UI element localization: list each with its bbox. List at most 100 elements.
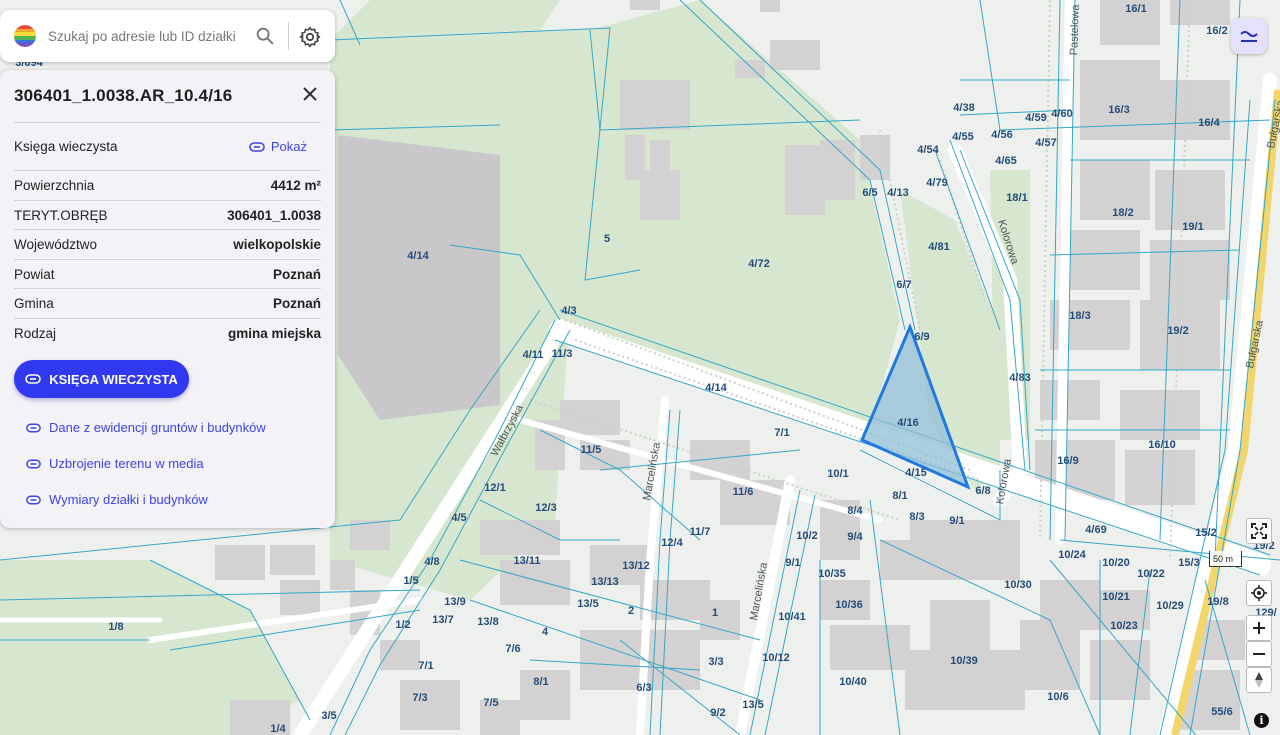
parcel-label: 15/3 xyxy=(1178,557,1199,569)
parcel-label: 4 xyxy=(542,626,549,638)
parcel-label: 10/23 xyxy=(1110,620,1138,632)
parcel-label: 13/7 xyxy=(432,614,453,626)
parcel-label: 4/83 xyxy=(1009,372,1030,384)
parcel-label: 12/4 xyxy=(661,537,683,549)
parcel-label: 18/2 xyxy=(1112,207,1133,219)
parcel-label: 2 xyxy=(628,605,634,617)
parcel-label: 4/72 xyxy=(748,258,769,270)
compass-button[interactable] xyxy=(1246,667,1272,693)
row-label: Powierzchnia xyxy=(14,178,95,193)
parcel-label: 1/5 xyxy=(403,575,418,587)
parcel-label: 10/1 xyxy=(827,468,848,480)
parcel-label: 1 xyxy=(712,607,718,619)
parcel-label: 4/38 xyxy=(953,102,974,114)
parcel-label: 10/30 xyxy=(1004,579,1032,591)
parcel-label: 4/81 xyxy=(928,241,949,253)
parcel-label: 3/3 xyxy=(708,656,723,668)
link-icon xyxy=(26,495,41,504)
fullscreen-button[interactable] xyxy=(1246,518,1272,544)
parcel-label: 4/16 xyxy=(897,417,918,429)
plus-icon xyxy=(1253,622,1265,634)
row-area: Powierzchnia 4412 m² xyxy=(14,170,321,200)
gear-icon[interactable] xyxy=(298,25,322,49)
parcel-label: 1/2 xyxy=(395,619,410,631)
parcel-label: 10/6 xyxy=(1047,691,1068,703)
parcel-label: 10/29 xyxy=(1156,600,1184,612)
parcel-label: 7/1 xyxy=(774,427,789,439)
parcel-label: 4/54 xyxy=(917,144,939,156)
link-icon xyxy=(26,423,41,432)
row-value: Poznań xyxy=(272,267,321,282)
row-value: Poznań xyxy=(272,296,321,311)
parcel-label: 6/5 xyxy=(862,187,877,199)
parcel-label: 10/21 xyxy=(1102,591,1130,603)
parcel-label: 3/5 xyxy=(321,710,336,722)
layers-button[interactable] xyxy=(1231,18,1267,54)
app-logo xyxy=(14,25,36,47)
info-icon[interactable]: i xyxy=(1254,713,1269,728)
row-value: wielkopolskie xyxy=(233,237,321,252)
parcel-label: 4/59 xyxy=(1025,112,1046,124)
link-dimensions[interactable]: Wymiary działki i budynków xyxy=(26,492,208,507)
parcel-label: 4/5 xyxy=(451,512,466,524)
logo-stripe xyxy=(14,43,36,47)
row-value: gmina miejska xyxy=(227,326,321,341)
parcel-label: 6/9 xyxy=(914,331,929,343)
scale-bar: 50 m xyxy=(1209,551,1242,567)
search-bar[interactable]: Szukaj po adresie lub ID działki ... xyxy=(0,10,335,62)
parcel-label: 9/4 xyxy=(847,531,863,543)
kw-show-link[interactable]: Pokaż xyxy=(249,139,307,154)
parcel-label: 19/2 xyxy=(1167,325,1188,337)
land-register-button-label: KSIĘGA WIECZYSTA xyxy=(49,371,178,387)
parcel-label: 4/60 xyxy=(1051,108,1072,120)
parcel-label: 7/3 xyxy=(412,692,427,704)
street-label: Pastelowa xyxy=(1068,3,1082,55)
parcel-label: 7/6 xyxy=(505,643,520,655)
parcel-label: 9/1 xyxy=(785,557,800,569)
parcel-label: 1/8 xyxy=(108,621,123,633)
parcel-label: 6/7 xyxy=(896,279,911,291)
zoom-in-button[interactable] xyxy=(1246,615,1272,641)
search-divider xyxy=(288,22,289,50)
parcel-label: 16/3 xyxy=(1108,104,1129,116)
parcel-label: 19/1 xyxy=(1182,221,1203,233)
parcel-label: 8/1 xyxy=(892,490,907,502)
search-input[interactable]: Szukaj po adresie lub ID działki ... xyxy=(48,29,238,44)
link-icon xyxy=(26,459,41,468)
close-icon[interactable] xyxy=(300,84,320,104)
grey-area xyxy=(338,135,500,420)
link-label: Uzbrojenie terenu w media xyxy=(49,456,204,471)
parcel-label: 7/1 xyxy=(418,660,433,672)
parcel-label: 6/8 xyxy=(975,485,990,497)
row-label: Województwo xyxy=(14,237,98,252)
land-register-button[interactable]: KSIĘGA WIECZYSTA xyxy=(14,360,189,398)
parcel-label: 4/3 xyxy=(561,305,576,317)
parcel-label: 10/41 xyxy=(778,611,806,623)
parcel-label: 10/20 xyxy=(1102,557,1130,569)
zoom-out-button[interactable] xyxy=(1246,641,1272,667)
parcel-info-panel: 306401_1.0038.AR_10.4/16 Księga wieczyst… xyxy=(0,70,335,528)
row-type: Rodzaj gmina miejska xyxy=(14,318,321,348)
link-label: Wymiary działki i budynków xyxy=(49,492,208,507)
parcel-label: 16/9 xyxy=(1057,455,1078,467)
parcel-label: 11/5 xyxy=(581,444,602,456)
parcel-label: 10/36 xyxy=(835,599,863,611)
locate-button[interactable] xyxy=(1246,580,1272,606)
parcel-label: 16/1 xyxy=(1125,3,1146,15)
parcel-label: 12/1 xyxy=(484,482,505,494)
parcel-label: 13/9 xyxy=(444,596,465,608)
search-icon[interactable] xyxy=(254,25,276,47)
link-icon xyxy=(25,374,42,384)
parcel-label: 4/55 xyxy=(952,131,973,143)
parcel-label: 4/69 xyxy=(1085,524,1106,536)
parcel-title: 306401_1.0038.AR_10.4/16 xyxy=(14,86,233,105)
parcel-label: 4/14 xyxy=(705,382,727,394)
parcel-label: 11/6 xyxy=(733,486,754,498)
link-utilities[interactable]: Uzbrojenie terenu w media xyxy=(26,456,204,471)
link-land-records[interactable]: Dane z ewidencji gruntów i budynków xyxy=(26,420,266,435)
kw-label: Księga wieczysta xyxy=(14,139,118,154)
link-icon xyxy=(249,141,265,152)
row-county: Powiat Poznań xyxy=(14,259,321,289)
parcel-label: 4/11 xyxy=(523,349,544,361)
parcel-label: 9/1 xyxy=(949,515,964,527)
